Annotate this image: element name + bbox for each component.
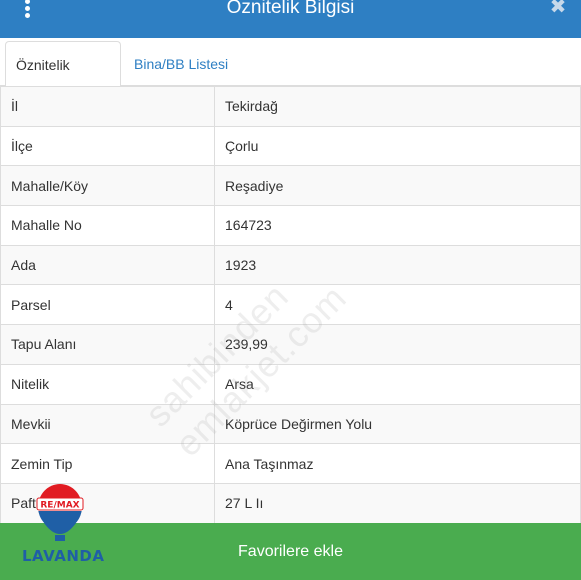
close-icon[interactable]: ✖ [549, 0, 567, 17]
attribute-value: Arsa [214, 363, 581, 405]
dialog-title: Öznitelik Bilgisi [226, 0, 355, 18]
tab-oznitelik-bilgisi[interactable]: Öznitelik Bilgisi [5, 41, 121, 119]
attribute-value: Reşadiye [214, 165, 581, 207]
attribute-value: 239,99 [214, 324, 581, 365]
attribute-value: 4 [214, 284, 581, 326]
attribute-value: Tekirdağ [214, 86, 581, 127]
attribute-key: Nitelik [0, 363, 215, 405]
attribute-value: Ana Taşınmaz [214, 443, 581, 484]
attribute-key: İl [0, 86, 215, 127]
attribute-value: 27 L Iı [214, 482, 581, 524]
table-row: Tapu Alanı 239,99 [0, 324, 581, 365]
dialog-header: Öznitelik Bilgisi ✖ [0, 0, 581, 38]
table-row: Mahalle/Köy Reşadiye [0, 165, 581, 207]
table-row: İlçe Çorlu [0, 125, 581, 167]
tab-bar: Öznitelik Bilgisi Bina/BB Listesi [0, 38, 581, 119]
attribute-key: Mahalle/Köy [0, 165, 215, 207]
tab-bina-bb-listesi[interactable]: Bina/BB Listesi [124, 41, 238, 87]
table-row: Mevkii Köprüce Değirmen Yolu [0, 403, 581, 445]
attribute-table: İl Tekirdağ İlçe Çorlu Mahalle/Köy Reşad… [0, 86, 581, 524]
attribute-key: İlçe [0, 125, 215, 167]
attribute-key: Pafta [0, 482, 215, 524]
attribute-key: Zemin Tip [0, 443, 215, 484]
table-row: Parsel 4 [0, 284, 581, 326]
attribute-key: Mahalle No [0, 205, 215, 246]
attribute-value: Köprüce Değirmen Yolu [214, 403, 581, 445]
attribute-key: Ada [0, 244, 215, 286]
table-row: Mahalle No 164723 [0, 205, 581, 246]
attribute-key: Tapu Alanı [0, 324, 215, 365]
table-row: Nitelik Arsa [0, 363, 581, 405]
table-row: Pafta 27 L Iı [0, 482, 581, 524]
attribute-key: Parsel [0, 284, 215, 326]
table-row: İl Tekirdağ [0, 86, 581, 127]
attribute-value: 1923 [214, 244, 581, 286]
attribute-value: Çorlu [214, 125, 581, 167]
table-row: Zemin Tip Ana Taşınmaz [0, 443, 581, 484]
attribute-key: Mevkii [0, 403, 215, 445]
table-row: Ada 1923 [0, 244, 581, 286]
attribute-value: 164723 [214, 205, 581, 246]
add-to-favorites-button[interactable]: Favorilere ekle [0, 523, 581, 580]
